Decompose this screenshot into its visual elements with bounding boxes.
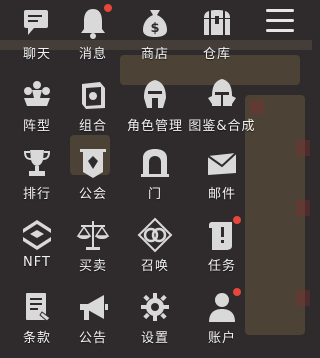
menu-item-label: 排行 (22, 187, 51, 202)
menu-item-label: 角色管理 (126, 119, 183, 134)
menu-item-label: 门 (147, 187, 162, 202)
menu-item-label: 商店 (140, 47, 169, 62)
menu-item-label: 任务 (207, 259, 236, 274)
menu-item-label: 图鉴&合成 (188, 119, 256, 134)
chat-icon (18, 4, 56, 42)
helmet-icon (136, 76, 174, 114)
bell-icon (74, 3, 113, 42)
scales-icon (74, 216, 112, 254)
menu-item-account[interactable]: 账户 (185, 286, 259, 350)
menu-item-gallery-synthesis[interactable]: 图鉴&合成 (185, 74, 259, 138)
menu-item-label: 召唤 (140, 259, 169, 274)
summon-rings-icon (136, 216, 174, 254)
nft-logo-icon (18, 216, 56, 254)
notification-badge (103, 3, 113, 13)
menu-item-label: 账户 (207, 331, 236, 346)
treasure-chest-icon (198, 4, 236, 42)
menu-item-label: 买卖 (78, 259, 107, 274)
menu-item-summon[interactable]: 召唤 (118, 214, 192, 278)
menu-item-character-management[interactable]: 角色管理 (118, 74, 192, 138)
quest-scroll-icon (203, 215, 242, 254)
user-icon (203, 287, 242, 326)
menu-item-label: 公会 (78, 187, 107, 202)
menu-item-label: 设置 (140, 331, 169, 346)
banner-icon (74, 144, 112, 182)
menu-item-label: 消息 (78, 47, 107, 62)
notification-badge (232, 287, 242, 297)
envelope-icon (203, 144, 241, 182)
menu-item-quest[interactable]: 任务 (185, 214, 259, 278)
knight-helmet-icon (203, 76, 241, 114)
gear-icon (136, 288, 174, 326)
menu-item-settings[interactable]: 设置 (118, 286, 192, 350)
menu-item-label: 聊天 (22, 47, 51, 62)
menu-item-gate[interactable]: 门 (118, 142, 192, 206)
hamburger-menu-icon[interactable] (266, 9, 294, 33)
book-icon (74, 76, 112, 114)
menu-item-label: 公告 (78, 331, 107, 346)
trophy-icon (18, 144, 56, 182)
document-icon (18, 288, 56, 326)
menu-item-label: 阵型 (22, 119, 51, 134)
menu-item-label: 邮件 (207, 187, 236, 202)
menu-item-label: 组合 (78, 119, 107, 134)
money-bag-icon: $ (136, 4, 174, 42)
megaphone-icon (74, 288, 112, 326)
formation-icon (18, 76, 56, 114)
main-menu-grid: 聊天 消息 $ 商店 仓库 阵型 组合 角色管理 图鉴&合成 排行 公会 门 邮… (0, 0, 312, 358)
menu-item-warehouse[interactable]: 仓库 (180, 2, 254, 66)
menu-item-label: 条款 (22, 331, 51, 346)
menu-item-mail[interactable]: 邮件 (185, 142, 259, 206)
gate-icon (136, 144, 174, 182)
svg-text:$: $ (150, 21, 159, 36)
notification-badge (232, 215, 242, 225)
menu-item-label: NFT (23, 255, 51, 270)
menu-item-label: 仓库 (202, 47, 231, 62)
